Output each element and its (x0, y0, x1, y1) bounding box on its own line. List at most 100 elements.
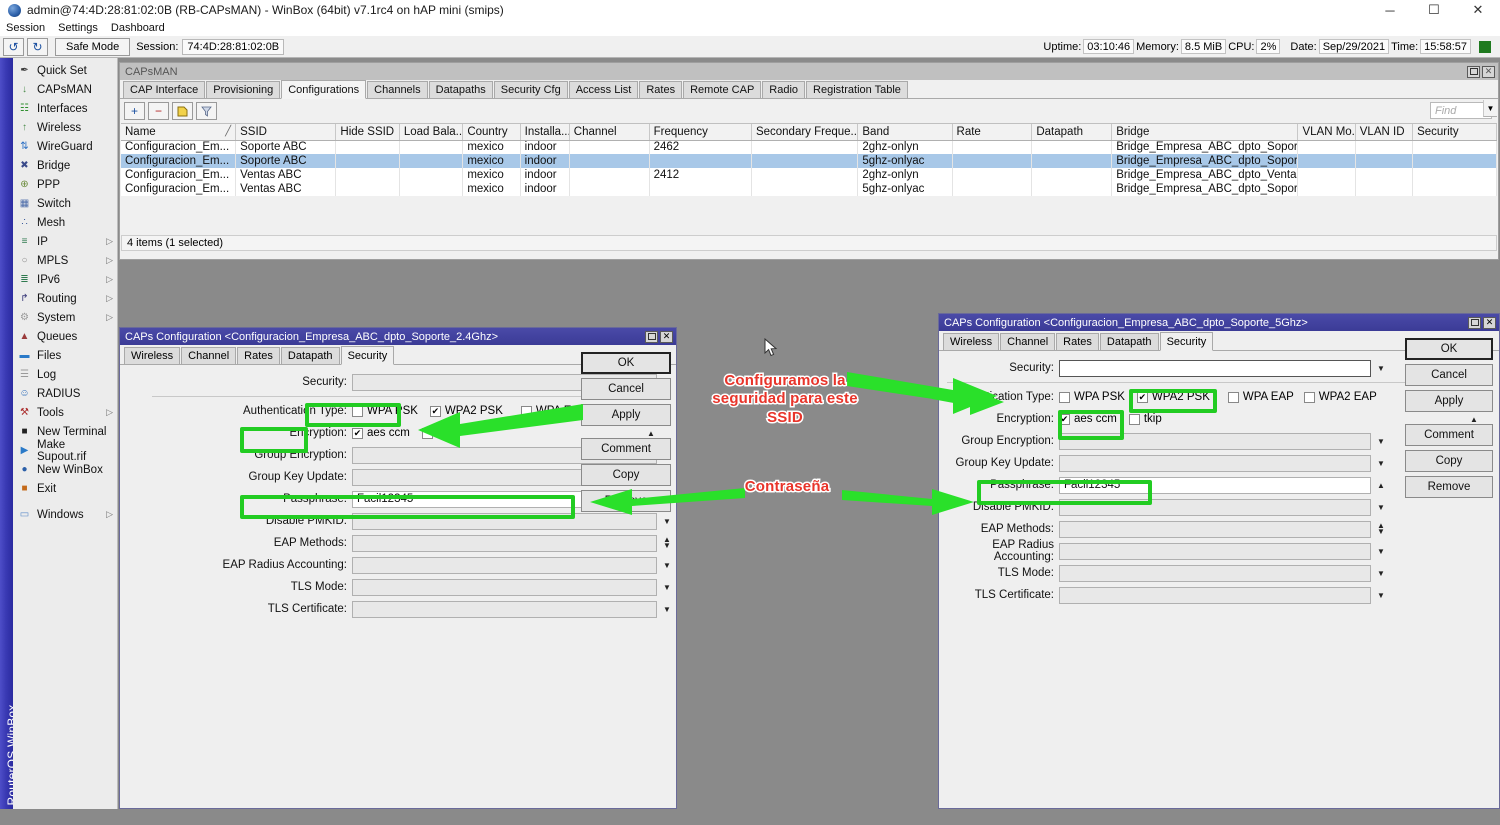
tls-certificate-input-24[interactable] (352, 601, 657, 618)
passphrase-input-5[interactable]: Facil12345 (1059, 477, 1371, 494)
tab-security-dialog_24[interactable]: Security (341, 346, 395, 365)
disable-pmkid-input-5[interactable] (1059, 499, 1371, 516)
column-header-rate[interactable]: Rate (952, 124, 1032, 140)
maximize-button[interactable]: ☐ (1412, 0, 1456, 20)
copy-button-dialog_5[interactable]: Copy (1405, 450, 1493, 472)
eap-methods-spinner-24[interactable]: ▲▼ (660, 535, 674, 552)
sidebar-item-ipv6[interactable]: ≣IPv6▷ (13, 270, 117, 289)
security-dropdown-arrow-5[interactable]: ▼ (1374, 360, 1388, 377)
tab-rates-dialog_24[interactable]: Rates (237, 347, 280, 364)
tab-security-dialog_5[interactable]: Security (1160, 332, 1214, 351)
column-header-country[interactable]: Country (463, 124, 520, 140)
sidebar-item-make-supout-rif[interactable]: ▶Make Supout.rif (13, 441, 117, 460)
disable-pmkid-dropdown-arrow-24[interactable]: ▼ (660, 513, 674, 530)
sidebar-item-bridge[interactable]: ✖Bridge (13, 156, 117, 175)
eap-radius-accounting-input-24[interactable] (352, 557, 657, 574)
ok-button-dialog_5[interactable]: OK (1405, 338, 1493, 360)
checkbox-tkip-dialog_24[interactable]: tkip (422, 427, 455, 439)
column-header-vlan-id[interactable]: VLAN ID (1355, 124, 1412, 140)
column-header-hide-ssid[interactable]: Hide SSID (336, 124, 399, 140)
add-button[interactable]: + (124, 102, 145, 120)
column-header-bridge[interactable]: Bridge (1112, 124, 1298, 140)
close-button[interactable]: ✕ (1456, 0, 1500, 20)
sidebar-item-exit[interactable]: ■Exit (13, 479, 117, 498)
remove-button-dialog_24[interactable]: Remove (581, 490, 671, 512)
group-key-update-dropdown-arrow-5[interactable]: ▼ (1374, 455, 1388, 472)
ok-button-dialog_24[interactable]: OK (581, 352, 671, 374)
tab-datapaths[interactable]: Datapaths (429, 81, 493, 98)
group-encryption-dropdown-arrow-5[interactable]: ▼ (1374, 433, 1388, 450)
comment-button-dialog_5[interactable]: Comment (1405, 424, 1493, 446)
column-header-frequency[interactable]: Frequency (649, 124, 751, 140)
tls-mode-input-5[interactable] (1059, 565, 1371, 582)
checkbox-wpa2-psk-dialog_24[interactable]: ✔WPA2 PSK (430, 405, 503, 417)
sidebar-item-new-winbox[interactable]: ●New WinBox (13, 460, 117, 479)
sidebar-item-queues[interactable]: ▲Queues (13, 327, 117, 346)
tab-channel-dialog_5[interactable]: Channel (1000, 333, 1055, 350)
column-header-load-bala[interactable]: Load Bala... (399, 124, 462, 140)
tab-radio[interactable]: Radio (762, 81, 805, 98)
security-input-5[interactable] (1059, 360, 1371, 377)
sidebar-item-routing[interactable]: ↱Routing▷ (13, 289, 117, 308)
tab-security-cfg[interactable]: Security Cfg (494, 81, 568, 98)
disable-pmkid-input-24[interactable] (352, 513, 657, 530)
copy-button-dialog_24[interactable]: Copy (581, 464, 671, 486)
sidebar-item-files[interactable]: ▬Files (13, 346, 117, 365)
menu-item-settings[interactable]: Settings (58, 22, 98, 34)
sidebar-item-windows[interactable]: ▭Windows▷ (13, 505, 117, 524)
column-header-security[interactable]: Security (1413, 124, 1497, 140)
checkbox-wpa-eap-dialog_24[interactable]: WPA EAP (521, 405, 587, 417)
sidebar-item-wireless[interactable]: ↑Wireless (13, 118, 117, 137)
checkbox-aes-ccm-dialog_5[interactable]: ✔aes ccm (1059, 413, 1117, 425)
comment-icon[interactable] (172, 102, 193, 120)
sidebar-item-mpls[interactable]: ○MPLS▷ (13, 251, 117, 270)
tab-access-list[interactable]: Access List (569, 81, 639, 98)
sidebar-item-quick-set[interactable]: ✒Quick Set (13, 61, 117, 80)
sidebar-item-log[interactable]: ☰Log (13, 365, 117, 384)
capsman-maximize-button[interactable] (1467, 66, 1480, 78)
sidebar-item-mesh[interactable]: ∴Mesh (13, 213, 117, 232)
eap-methods-input-5[interactable] (1059, 521, 1371, 538)
tab-registration-table[interactable]: Registration Table (806, 81, 908, 98)
checkbox-wpa-eap-dialog_5[interactable]: WPA EAP (1228, 391, 1294, 403)
capsman-close-button[interactable]: ✕ (1482, 66, 1495, 78)
tls-mode-dropdown-arrow-5[interactable]: ▼ (1374, 565, 1388, 582)
sidebar-item-capsman[interactable]: ↓CAPsMAN (13, 80, 117, 99)
checkbox-tkip-dialog_5[interactable]: tkip (1129, 413, 1162, 425)
group-encryption-input-5[interactable] (1059, 433, 1371, 450)
safe-mode-button[interactable]: Safe Mode (55, 38, 130, 56)
sidebar-item-switch[interactable]: ▦Switch (13, 194, 117, 213)
tab-wireless-dialog_24[interactable]: Wireless (124, 347, 180, 364)
cancel-button-dialog_5[interactable]: Cancel (1405, 364, 1493, 386)
tab-rates-dialog_5[interactable]: Rates (1056, 333, 1099, 350)
menu-item-dashboard[interactable]: Dashboard (111, 22, 165, 34)
eap-methods-input-24[interactable] (352, 535, 657, 552)
tab-configurations[interactable]: Configurations (281, 80, 366, 99)
table-row[interactable]: Configuracion_Em...Soporte ABCmexicoindo… (121, 140, 1497, 154)
minimize-button[interactable]: ─ (1368, 0, 1412, 20)
sidebar-item-ppp[interactable]: ⊕PPP (13, 175, 117, 194)
column-header-channel[interactable]: Channel (569, 124, 649, 140)
sidebar-item-system[interactable]: ⚙System▷ (13, 308, 117, 327)
sidebar-item-radius[interactable]: ☺RADIUS (13, 384, 117, 403)
eap-radius-accounting-dropdown-arrow-5[interactable]: ▼ (1374, 543, 1388, 560)
table-row[interactable]: Configuracion_Em...Ventas ABCmexicoindoo… (121, 168, 1497, 182)
apply-button-dialog_5[interactable]: Apply (1405, 390, 1493, 412)
checkbox-wpa2-eap-dialog_5[interactable]: WPA2 EAP (1304, 391, 1377, 403)
tab-channel-dialog_24[interactable]: Channel (181, 347, 236, 364)
passphrase-spinner-up-5[interactable]: ▲ (1374, 477, 1388, 494)
eap-methods-spinner-5[interactable]: ▲▼ (1374, 521, 1388, 538)
tab-datapath-dialog_5[interactable]: Datapath (1100, 333, 1159, 350)
checkbox-aes-ccm-dialog_24[interactable]: ✔aes ccm (352, 427, 410, 439)
disable-pmkid-dropdown-arrow-5[interactable]: ▼ (1374, 499, 1388, 516)
apply-button-dialog_24[interactable]: Apply (581, 404, 671, 426)
tls-mode-dropdown-arrow-24[interactable]: ▼ (660, 579, 674, 596)
cancel-button-dialog_24[interactable]: Cancel (581, 378, 671, 400)
checkbox-wpa-psk-dialog_5[interactable]: WPA PSK (1059, 391, 1125, 403)
column-header-datapath[interactable]: Datapath (1032, 124, 1112, 140)
tab-remote-cap[interactable]: Remote CAP (683, 81, 761, 98)
dialog-24-close-button[interactable]: ✕ (660, 331, 673, 343)
tab-rates[interactable]: Rates (639, 81, 682, 98)
redo-icon[interactable]: ↻ (27, 38, 48, 56)
sidebar-item-interfaces[interactable]: ☷Interfaces (13, 99, 117, 118)
